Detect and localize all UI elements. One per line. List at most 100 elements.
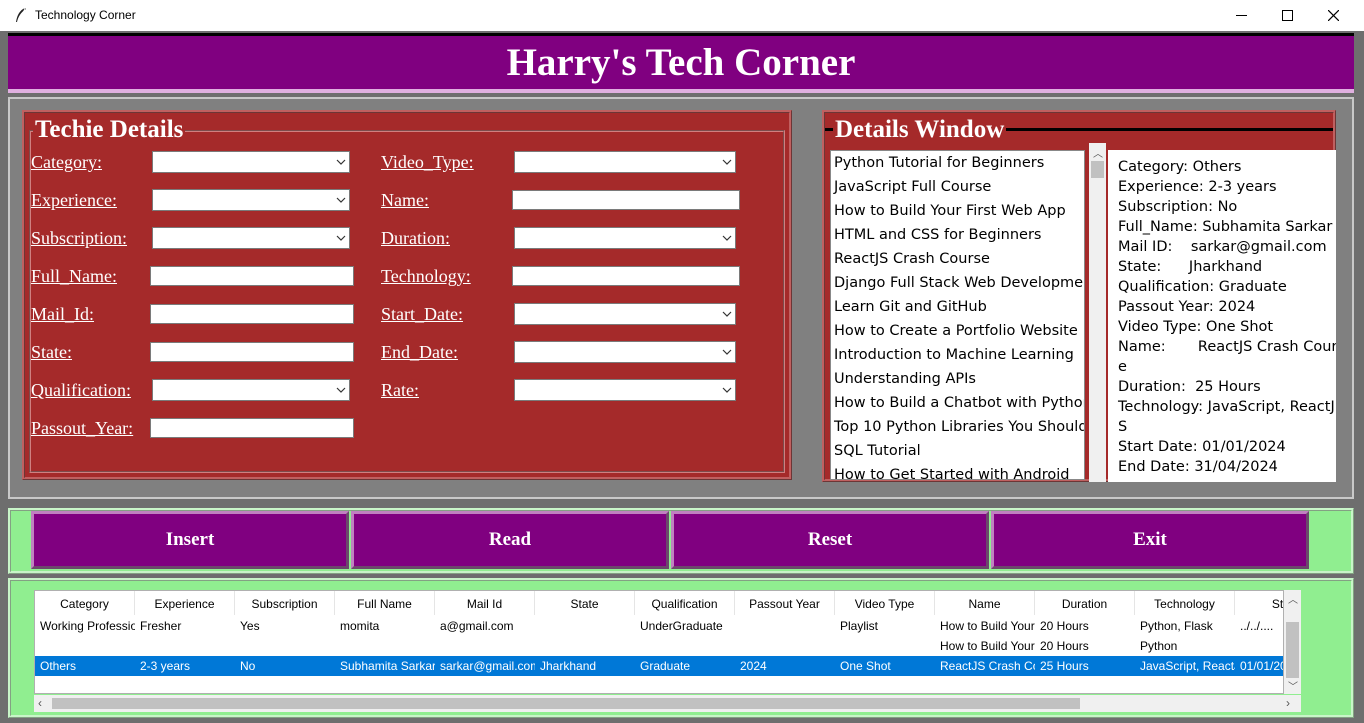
column-header-mail-id[interactable]: Mail Id [435,591,535,615]
list-item[interactable]: How to Get Started with Android [831,463,1084,479]
table-cell [635,636,735,656]
read-button[interactable]: Read [351,511,669,569]
table-cell [735,636,835,656]
column-header-experience[interactable]: Experience [135,591,235,615]
start-date-combobox[interactable] [514,303,736,325]
state-label: State: [31,342,72,362]
records-table[interactable]: Category Experience Subscription Full Na… [34,590,1284,694]
state-input[interactable] [150,342,354,362]
detail-line: Subscription: No [1118,199,1238,215]
table-row[interactable]: How to Build Your 20 Hours Python [35,636,1283,656]
title-bar: Technology Corner [0,0,1364,31]
detail-line: Mail ID: sarkar@gmail.com [1118,239,1327,255]
table-cell: ReactJS Crash Course [940,659,1035,673]
list-item[interactable]: Top 10 Python Libraries You Should [831,415,1084,439]
scrollbar-thumb[interactable] [1286,622,1299,678]
list-item[interactable]: Introduction to Machine Learning [831,343,1084,367]
column-header-qualification[interactable]: Qualification [635,591,735,615]
name-input[interactable] [512,190,740,210]
column-header-video-type[interactable]: Video Type [835,591,935,615]
subscription-combobox[interactable] [152,227,350,249]
detail-line: Category: Others [1118,159,1242,175]
passout-year-input[interactable] [150,418,354,438]
list-item[interactable]: Python Tutorial for Beginners [831,151,1084,175]
column-header-category[interactable]: Category [35,591,135,615]
passout-year-label: Passout_Year: [31,418,134,438]
list-item[interactable]: How to Create a Portfolio Website [831,319,1084,343]
chevron-left-icon[interactable]: ‹ [38,696,42,710]
scrollbar-thumb[interactable] [52,698,1080,709]
table-cell: 01/01/2024 [1240,659,1283,673]
mail-id-input[interactable] [150,304,354,324]
list-item[interactable]: Learn Git and GitHub [831,295,1084,319]
reset-button[interactable]: Reset [671,511,989,569]
list-item[interactable]: How to Build Your First Web App [831,199,1084,223]
list-item[interactable]: SQL Tutorial [831,439,1084,463]
detail-line: Name: ReactJS Crash Cours [1118,339,1336,355]
insert-button[interactable]: Insert [31,511,349,569]
exit-button[interactable]: Exit [991,511,1309,569]
table-cell: JavaScript, ReactJS [1140,659,1235,673]
detail-line: Qualification: Graduate [1118,279,1287,295]
list-item[interactable]: How to Build a Chatbot with Python [831,391,1084,415]
minimize-button[interactable] [1218,0,1264,31]
video-listbox[interactable]: Python Tutorial for Beginners JavaScript… [830,150,1085,480]
detail-line: Duration: 25 Hours [1118,379,1261,395]
full-name-input[interactable] [150,266,354,286]
chevron-right-icon[interactable]: › [1286,696,1290,710]
technology-input[interactable] [512,266,740,286]
table-cell [735,616,835,636]
mail-id-label: Mail_Id: [31,304,94,324]
table-cell: No [240,659,256,673]
table-cell [1235,636,1283,656]
column-header-duration[interactable]: Duration [1035,591,1135,615]
chevron-down-icon[interactable]: ﹀ [1288,678,1298,693]
list-item[interactable]: JavaScript Full Course [831,175,1084,199]
table-cell [335,636,435,656]
table-cell: Subhamita Sarkar [340,659,435,673]
rate-combobox[interactable] [514,379,736,401]
column-header-passout-year[interactable]: Passout Year [735,591,835,615]
experience-label: Experience: [31,190,117,210]
column-header-full-name[interactable]: Full Name [335,591,435,615]
table-cell: How to Build Your [940,619,1035,633]
column-header-subscription[interactable]: Subscription [235,591,335,615]
video-type-combobox[interactable] [514,151,736,173]
close-button[interactable] [1310,0,1356,31]
chevron-down-icon [336,197,346,203]
list-item[interactable]: Understanding APIs [831,367,1084,391]
listbox-scrollbar[interactable]: ︿ [1089,143,1106,482]
experience-combobox[interactable] [152,189,350,211]
column-header-technology[interactable]: Technology [1135,591,1235,615]
detail-line: e [1118,359,1127,375]
chevron-down-icon [722,387,732,393]
category-label: Category: [31,152,102,172]
list-item[interactable]: Django Full Stack Web Development [831,271,1084,295]
table-cell: Python, Flask [1140,619,1213,633]
end-date-combobox[interactable] [514,341,736,363]
category-combobox[interactable] [152,151,350,173]
table-cell: 25 Hours [1040,659,1089,673]
table-horizontal-scrollbar[interactable]: ‹ › [34,695,1301,712]
detail-line: S [1118,419,1128,435]
list-item[interactable]: HTML and CSS for Beginners [831,223,1084,247]
table-row-selected[interactable]: Others 2-3 years No Subhamita Sarkar sar… [35,656,1283,676]
column-header-state[interactable]: State [535,591,635,615]
qualification-combobox[interactable] [152,379,350,401]
close-icon [1327,10,1339,21]
app-title: Harry's Tech Corner [506,41,856,84]
detail-line: State: Jharkhand [1118,259,1263,275]
chevron-up-icon[interactable]: ︿ [1093,145,1103,160]
table-row[interactable]: Working Professional Fresher Yes momita … [35,616,1283,636]
table-cell [435,636,535,656]
scrollbar-thumb[interactable] [1091,161,1104,178]
chevron-down-icon [722,235,732,241]
maximize-button[interactable] [1264,0,1310,31]
chevron-up-icon[interactable]: ︿ [1288,591,1298,606]
chevron-down-icon [336,387,346,393]
column-header-start[interactable]: Start [1235,591,1283,615]
duration-combobox[interactable] [514,227,736,249]
column-header-name[interactable]: Name [935,591,1035,615]
table-vertical-scrollbar[interactable]: ︿ ﹀ [1284,590,1301,694]
list-item[interactable]: ReactJS Crash Course [831,247,1084,271]
